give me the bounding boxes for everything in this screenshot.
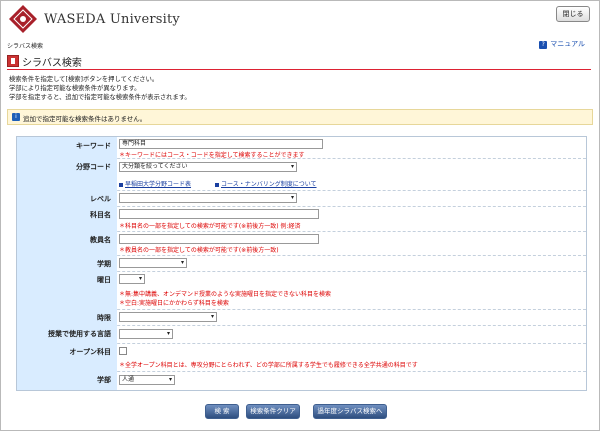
header: WASEDA University 閉じる [2, 2, 598, 38]
day-row: 曜日 ＊無:集中講義、オンデマンド授業のような実施曜日を指定できない科目を検索 … [17, 271, 586, 310]
day-select[interactable] [119, 274, 145, 284]
square-bullet-icon [215, 182, 219, 187]
field-code-label: 分野コード [17, 158, 117, 190]
keyword-row: キーワード 専門科目 ＊キーワードにはコース・コードを指定して検索することができ… [17, 137, 586, 159]
period-select[interactable] [119, 312, 217, 322]
intro-line: 学部により指定可能な検索条件が異なります。 [9, 85, 141, 92]
instructor-row: 教員名 ＊教員名の一部を指定しての検索が可能です(※前後方一致) [17, 231, 586, 256]
page-title-bar: シラバス検索 [7, 53, 591, 70]
browser-window: WASEDA University 閉じる シラバス検索 ? マニュアル シラバス… [0, 0, 600, 431]
instructor-input[interactable] [119, 234, 319, 244]
page-title: シラバス検索 [22, 58, 82, 69]
square-bullet-icon [119, 182, 123, 187]
course-numbering-link[interactable]: コース・ナンバリング制度について [215, 179, 317, 188]
keyword-input[interactable]: 専門科目 [119, 139, 323, 149]
period-row: 時限 [17, 309, 586, 326]
breadcrumb: シラバス検索 [7, 43, 43, 50]
search-form: キーワード 専門科目 ＊キーワードにはコース・コードを指定して検索することができ… [16, 136, 587, 391]
course-name-row: 科目名 ＊科目名の一部を指定しての検索が可能です(※前後方一致) 例:経済 [17, 206, 586, 232]
level-select[interactable] [119, 193, 297, 203]
language-label: 授業で使用する言語 [17, 325, 117, 343]
field-code-table-link[interactable]: 早稲田大学分野コード表 [119, 179, 191, 188]
faculty-row: 学部 人通 [17, 371, 586, 390]
level-label: レベル [17, 190, 117, 206]
info-message: 追加で指定可能な検索条件はありません。 [23, 115, 147, 123]
faculty-label: 学部 [17, 371, 117, 390]
open-course-checkbox[interactable] [119, 347, 127, 355]
language-row: 授業で使用する言語 [17, 325, 586, 344]
instructor-label: 教員名 [17, 231, 117, 255]
day-note-blank: ＊空白:実施曜日にかかわらず科目を検索 [119, 300, 229, 307]
question-icon: ? [539, 41, 548, 49]
open-course-row: オープン科目 ＊全学オープン科目とは、専攻分野にとらわれず、どの学部に所属する学… [17, 343, 586, 372]
course-name-label: 科目名 [17, 206, 117, 231]
intro-line: 学部を指定すると、追加で指定可能な検索条件が表示されます。 [9, 94, 191, 101]
keyword-label: キーワード [17, 137, 117, 158]
field-code-row: 分野コード 大分類を絞ってください 早稲田大学分野コード表 コース・ナンバリング… [17, 158, 586, 191]
open-course-note: ＊全学オープン科目とは、専攻分野にとらわれず、どの学部に所属する学生でも履修でき… [119, 362, 418, 369]
faculty-select[interactable]: 人通 [119, 375, 175, 385]
level-row: レベル [17, 190, 586, 207]
day-label: 曜日 [17, 271, 117, 309]
clear-button[interactable]: 検索条件クリア [246, 404, 300, 419]
search-button[interactable]: 検 索 [205, 404, 239, 419]
course-name-note: ＊科目名の一部を指定しての検索が可能です(※前後方一致) 例:経済 [119, 223, 301, 230]
document-icon [7, 55, 19, 67]
term-label: 学期 [17, 255, 117, 271]
close-button[interactable]: 閉じる [556, 6, 590, 22]
previous-year-search-button[interactable]: 過年度シラバス検索へ [313, 404, 387, 419]
intro-line: 検索条件を指定して[検索]ボタンを押してください。 [9, 76, 159, 83]
term-select[interactable] [119, 258, 187, 268]
day-note-none: ＊無:集中講義、オンデマンド授業のような実施曜日を指定できない科目を検索 [119, 291, 332, 298]
open-course-label: オープン科目 [17, 343, 117, 371]
intro-text: 検索条件を指定して[検索]ボタンを押してください。 学部により指定可能な検索条件… [9, 75, 191, 102]
field-code-select[interactable]: 大分類を絞ってください [119, 162, 297, 172]
instructor-note: ＊教員名の一部を指定しての検索が可能です(※前後方一致) [119, 247, 279, 254]
course-name-input[interactable] [119, 209, 319, 219]
info-icon: i [12, 113, 20, 121]
language-select[interactable] [119, 329, 173, 339]
waseda-logo [9, 5, 37, 33]
period-label: 時限 [17, 309, 117, 325]
manual-label: マニュアル [550, 40, 585, 48]
term-row: 学期 [17, 255, 586, 272]
university-name: WASEDA University [44, 12, 180, 27]
info-box: i 追加で指定可能な検索条件はありません。 [7, 109, 593, 125]
manual-link[interactable]: ? マニュアル [539, 39, 585, 49]
